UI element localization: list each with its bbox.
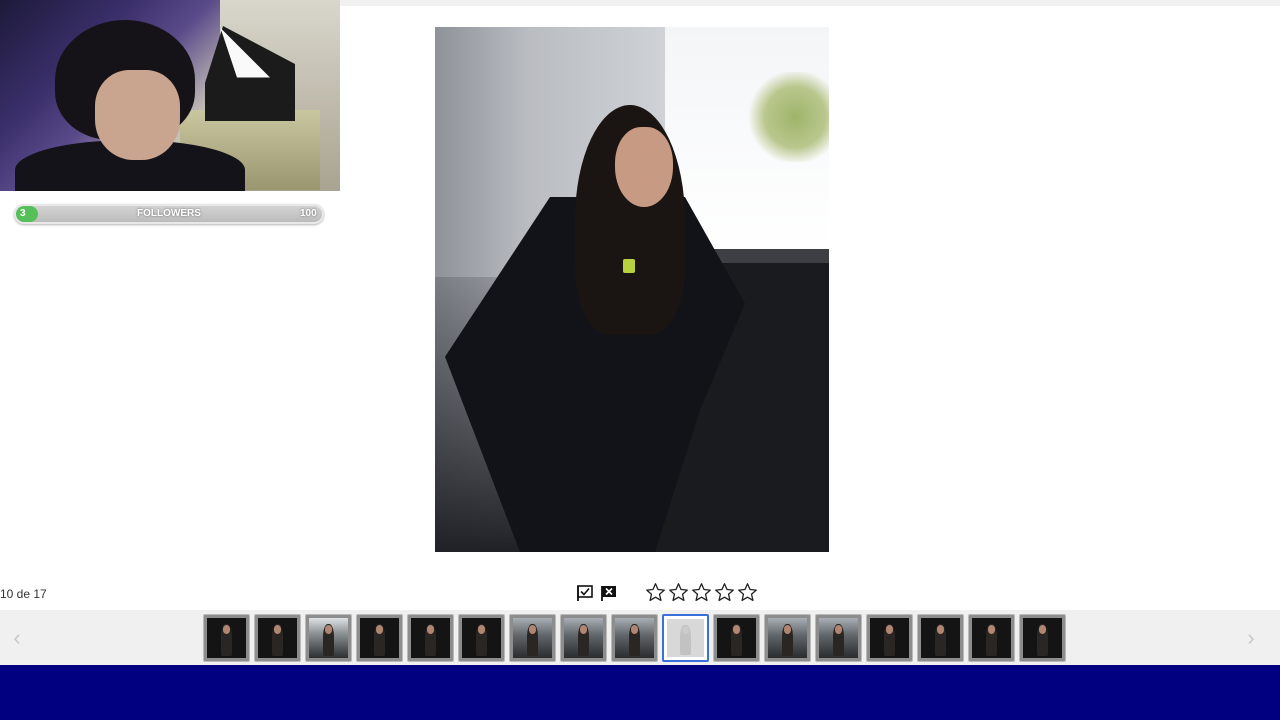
thumbnail-list (203, 614, 1066, 662)
thumbnail-image (921, 618, 960, 658)
thumbnail-image (819, 618, 858, 658)
thumbnail-image (667, 619, 704, 657)
thumbnail[interactable] (305, 614, 352, 662)
prev-button[interactable]: ‹ (2, 615, 32, 660)
thumbnail-active[interactable] (662, 614, 709, 662)
thumbnail-image (717, 618, 756, 658)
thumbnail[interactable] (1019, 614, 1066, 662)
thumbnail-image (462, 618, 501, 658)
thumbnail[interactable] (611, 614, 658, 662)
flag-check-icon[interactable] (575, 583, 595, 603)
star-outline-icon[interactable] (668, 582, 689, 603)
thumbnail-image (870, 618, 909, 658)
thumbnail[interactable] (458, 614, 505, 662)
followers-label: FOLLOWERS (137, 208, 201, 219)
thumbnail-image (615, 618, 654, 658)
thumbnail-image (411, 618, 450, 658)
thumbnail[interactable] (254, 614, 301, 662)
flag-x-icon[interactable] (599, 583, 619, 603)
thumbnail[interactable] (968, 614, 1015, 662)
thumbnail-image (564, 618, 603, 658)
star-outline-icon[interactable] (714, 582, 735, 603)
thumbnail[interactable] (560, 614, 607, 662)
photo-subject-face (615, 127, 673, 207)
thumbnail[interactable] (764, 614, 811, 662)
webcam-overlay (0, 0, 340, 191)
photo-actions (575, 583, 619, 603)
thumbnail[interactable] (509, 614, 556, 662)
star-outline-icon[interactable] (691, 582, 712, 603)
photo-trees (745, 72, 829, 162)
thumbnail-image (360, 618, 399, 658)
thumbnail[interactable] (917, 614, 964, 662)
followers-current-count: 3 (20, 208, 26, 219)
followers-goal-count: 100 (300, 208, 317, 219)
thumbnail-image (768, 618, 807, 658)
thumbnail-image (513, 618, 552, 658)
thumbnail-image (1023, 618, 1062, 658)
chevron-left-icon: ‹ (13, 624, 21, 650)
photo-viewer-app: FOLLOWERS 3 100 10 de 17 ‹ › (0, 0, 1280, 720)
thumbnail[interactable] (356, 614, 403, 662)
thumbnail-image (309, 618, 348, 658)
thumbnail[interactable] (407, 614, 454, 662)
star-rating (645, 582, 758, 603)
image-counter: 10 de 17 (0, 587, 47, 601)
thumbnail-image (972, 618, 1011, 658)
thumbnail[interactable] (815, 614, 862, 662)
thumbnail-image (207, 618, 246, 658)
webcam-person-face (95, 70, 180, 160)
main-photo[interactable] (435, 27, 829, 552)
thumbnail[interactable] (866, 614, 913, 662)
thumbnail-image (258, 618, 297, 658)
star-outline-icon[interactable] (645, 582, 666, 603)
star-outline-icon[interactable] (737, 582, 758, 603)
next-button[interactable]: › (1236, 615, 1266, 660)
chevron-right-icon: › (1247, 624, 1255, 650)
bottom-bar (0, 665, 1280, 720)
thumbnail[interactable] (203, 614, 250, 662)
photo-shirt-logo (623, 259, 635, 273)
thumbnail[interactable] (713, 614, 760, 662)
